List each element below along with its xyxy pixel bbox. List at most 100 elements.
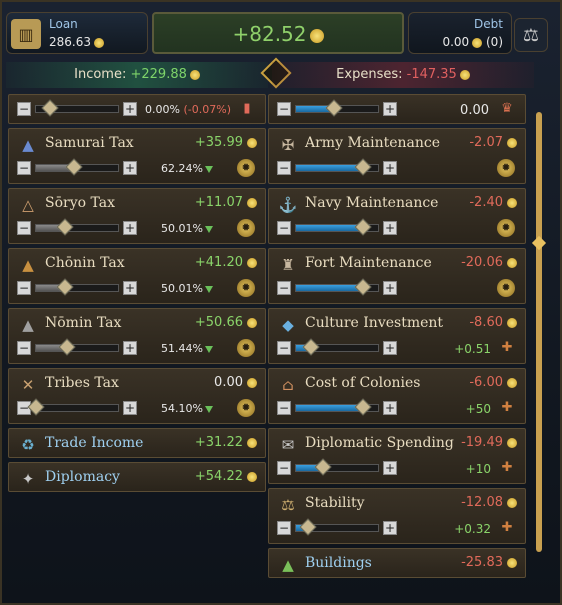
loan-button[interactable]: ▥ Loan 286.63	[6, 12, 148, 54]
debt-settings-icon[interactable]: ⚖	[514, 18, 548, 52]
decrease-button[interactable]: −	[277, 102, 291, 116]
slider-knob[interactable]	[354, 278, 372, 296]
slider[interactable]: − + +0.51 ✚	[275, 338, 519, 359]
slider[interactable]: − + 50.01% ✹	[15, 218, 259, 239]
expense-row[interactable]: ⚖ Stability -12.08 − + +0.32 ✚	[268, 488, 526, 544]
slider-knob[interactable]	[58, 338, 76, 356]
decrease-button[interactable]: −	[17, 221, 31, 235]
expense-row[interactable]: ♜ Fort Maintenance -20.06 − + ✹	[268, 248, 526, 304]
increase-button[interactable]: +	[123, 161, 137, 175]
increase-button[interactable]: +	[383, 521, 397, 535]
gear-icon[interactable]: ✹	[237, 399, 255, 417]
slider-knob[interactable]	[41, 99, 59, 117]
slider-track[interactable]	[295, 99, 379, 117]
increase-button[interactable]: +	[123, 401, 137, 415]
expense-row[interactable]: ⌂ Cost of Colonies -6.00 − + +50 ✚	[268, 368, 526, 424]
slider-knob[interactable]	[325, 99, 343, 117]
trade-income-row[interactable]: ♻ Trade Income +31.22	[8, 428, 266, 458]
culture-icon: ◆	[282, 316, 294, 334]
increase-button[interactable]: +	[383, 281, 397, 295]
slider-knob[interactable]	[354, 158, 372, 176]
increase-button[interactable]: +	[383, 102, 397, 116]
decrease-button[interactable]: −	[17, 281, 31, 295]
gear-icon[interactable]: ✹	[237, 279, 255, 297]
slider-knob[interactable]	[56, 218, 74, 236]
income-row[interactable]: ▲ Samurai Tax +35.99 − + 62.24% ✹	[8, 128, 266, 184]
slider[interactable]: − + 54.10% ✹	[15, 398, 259, 419]
decrease-button[interactable]: −	[17, 341, 31, 355]
slider[interactable]: − + ✹	[275, 158, 519, 179]
diplomacy-row[interactable]: ✦ Diplomacy +54.22	[8, 462, 266, 492]
slider-knob[interactable]	[314, 458, 332, 476]
decrease-button[interactable]: −	[17, 102, 31, 116]
slider[interactable]: − + ✹	[275, 218, 519, 239]
slider[interactable]: − + ✹	[275, 278, 519, 299]
increase-button[interactable]: +	[383, 161, 397, 175]
slider[interactable]: − + +50 ✚	[275, 398, 519, 419]
gear-icon[interactable]: ✹	[497, 219, 515, 237]
bonus-icon: ✚	[501, 520, 513, 535]
increase-button[interactable]: +	[123, 221, 137, 235]
slider[interactable]: − + 50.01% ✹	[15, 278, 259, 299]
slider-track[interactable]	[295, 398, 379, 416]
decrease-button[interactable]: −	[277, 161, 291, 175]
decrease-button[interactable]: −	[277, 221, 291, 235]
gear-icon[interactable]: ✹	[497, 159, 515, 177]
decrease-button[interactable]: −	[277, 521, 291, 535]
slider-knob[interactable]	[65, 158, 83, 176]
slider-track[interactable]	[35, 218, 119, 236]
decrease-button[interactable]: −	[277, 281, 291, 295]
slider[interactable]: − + 51.44% ✹	[15, 338, 259, 359]
gear-icon[interactable]: ✹	[237, 159, 255, 177]
buildings-row[interactable]: ▲ Buildings -25.83	[268, 548, 526, 578]
gear-icon[interactable]: ✹	[497, 279, 515, 297]
increase-button[interactable]: +	[123, 281, 137, 295]
slider[interactable]: − + 62.24% ✹	[15, 158, 259, 179]
income-row[interactable]: △ Sōryo Tax +11.07 − + 50.01% ✹	[8, 188, 266, 244]
expense-amount: -8.60	[469, 315, 503, 330]
slider-track[interactable]	[295, 278, 379, 296]
gear-icon[interactable]: ✹	[237, 339, 255, 357]
increase-button[interactable]: +	[383, 221, 397, 235]
slider-track[interactable]	[27, 398, 119, 416]
slider[interactable]: − + 0.00 ♛	[275, 99, 519, 120]
decrease-button[interactable]: −	[17, 161, 31, 175]
slider[interactable]: − + 0.00% (-0.07%) ▮	[15, 99, 259, 120]
decrease-button[interactable]: −	[277, 401, 291, 415]
gear-icon[interactable]: ✹	[237, 219, 255, 237]
slider-track[interactable]	[35, 278, 119, 296]
slider-knob[interactable]	[354, 398, 372, 416]
expense-row[interactable]: ◆ Culture Investment -8.60 − + +0.51 ✚	[268, 308, 526, 364]
slider-track[interactable]	[35, 158, 119, 176]
increase-button[interactable]: +	[383, 461, 397, 475]
slider-track[interactable]	[295, 218, 379, 236]
income-row[interactable]: ✕ Tribes Tax 0.00 − + 54.10% ✹	[8, 368, 266, 424]
slider-track[interactable]	[35, 99, 119, 117]
decrease-button[interactable]: −	[277, 461, 291, 475]
slider[interactable]: − + +10 ✚	[275, 458, 519, 479]
slider-track[interactable]	[295, 158, 379, 176]
slider-track[interactable]	[35, 338, 119, 356]
expense-row[interactable]: ✠ Army Maintenance -2.07 − + ✹	[268, 128, 526, 184]
decrease-button[interactable]: −	[277, 341, 291, 355]
debt-button[interactable]: Debt 0.00 (0)	[408, 12, 512, 54]
expense-label: Culture Investment	[305, 315, 444, 331]
increase-button[interactable]: +	[123, 341, 137, 355]
increase-button[interactable]: +	[383, 341, 397, 355]
slider-track[interactable]	[295, 458, 379, 476]
increase-button[interactable]: +	[123, 102, 137, 116]
slider-track[interactable]	[295, 338, 379, 356]
slider[interactable]: − + +0.32 ✚	[275, 518, 519, 539]
income-row[interactable]: ▲ Chōnin Tax +41.20 − + 50.01% ✹	[8, 248, 266, 304]
slider-knob[interactable]	[302, 338, 320, 356]
slider-knob[interactable]	[56, 278, 74, 296]
slider-knob[interactable]	[299, 518, 317, 536]
slider-track[interactable]	[295, 518, 379, 536]
scrollbar[interactable]	[536, 112, 542, 552]
expense-row[interactable]: ✉ Diplomatic Spending -19.49 − + +10 ✚	[268, 428, 526, 484]
scroll-thumb[interactable]	[531, 235, 547, 251]
expense-row[interactable]: ⚓ Navy Maintenance -2.40 − + ✹	[268, 188, 526, 244]
increase-button[interactable]: +	[383, 401, 397, 415]
slider-knob[interactable]	[354, 218, 372, 236]
income-row[interactable]: ▲ Nōmin Tax +50.66 − + 51.44% ✹	[8, 308, 266, 364]
